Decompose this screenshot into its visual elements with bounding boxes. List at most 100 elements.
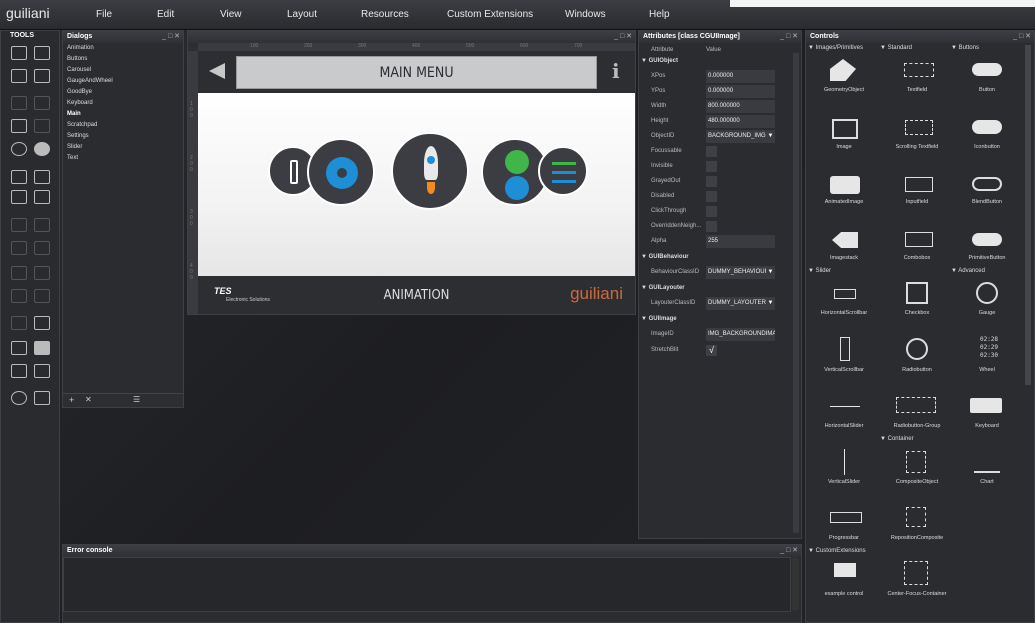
horizontal-slider-icon[interactable] — [830, 406, 860, 407]
textfield-icon[interactable] — [904, 63, 934, 77]
control-combobox[interactable]: Combobox — [882, 255, 952, 261]
dialog-item-goodbye[interactable]: GoodBye — [67, 89, 92, 95]
control-scrolling-textfield[interactable]: Scrolling Textfield — [882, 144, 952, 150]
section-guiobject[interactable]: ▼ GUIObject — [639, 54, 801, 69]
dialog-item-buttons[interactable]: Buttons — [67, 56, 87, 62]
paste-icon[interactable] — [34, 170, 50, 184]
geometry-object-icon[interactable] — [830, 59, 856, 81]
align-bottom-icon[interactable] — [34, 241, 50, 255]
control-wheel[interactable]: Wheel — [952, 367, 1022, 373]
alpha-input[interactable]: 255 — [706, 235, 775, 248]
frame-icon[interactable] — [11, 316, 27, 330]
control-progressbar[interactable]: Progressbar — [809, 535, 879, 541]
move-back-icon[interactable] — [34, 190, 50, 204]
attributes-window-controls[interactable]: _ □ ✕ — [780, 31, 798, 43]
control-primitivebutton[interactable]: PrimitiveButton — [952, 255, 1022, 261]
copy-icon[interactable] — [11, 170, 27, 184]
category-images[interactable]: ▼ Images/Primitives — [808, 45, 863, 51]
control-inputfield[interactable]: Inputfield — [882, 199, 952, 205]
blendbutton-icon[interactable] — [972, 177, 1002, 191]
text-icon[interactable] — [11, 119, 27, 133]
width-input[interactable]: 800.000000 — [706, 100, 775, 113]
control-composite-object[interactable]: CompositeObject — [882, 479, 952, 485]
sliders-icon[interactable] — [538, 146, 588, 196]
control-checkbox[interactable]: Checkbox — [882, 310, 952, 316]
gauge-icon[interactable] — [976, 282, 998, 304]
wheel-icon[interactable]: 02:28 02:29 02:30 — [964, 336, 1014, 360]
control-keyboard[interactable]: Keyboard — [952, 423, 1022, 429]
text-dim-icon[interactable] — [34, 119, 50, 133]
list-dialog-button[interactable]: ☰ — [133, 395, 140, 404]
chevron-down-icon[interactable]: ▼ — [766, 297, 775, 310]
vertical-scrollbar-icon[interactable] — [840, 337, 850, 361]
section-guiimage[interactable]: ▼ GUIImage — [639, 312, 801, 327]
imageid-input[interactable]: IMG_BACKGROUNDIMA... — [706, 328, 775, 341]
behaviour-select[interactable]: DUMMY_BEHAVIOUR — [706, 266, 766, 279]
info-icon[interactable]: i — [612, 59, 620, 83]
open-document-icon[interactable] — [34, 46, 50, 60]
progressbar-icon[interactable] — [830, 512, 862, 523]
category-standard[interactable]: ▼ Standard — [880, 45, 912, 51]
control-vertical-scrollbar[interactable]: VerticalScrollbar — [809, 367, 879, 373]
back-arrow-icon[interactable] — [209, 63, 225, 79]
vertical-slider-icon[interactable] — [844, 449, 845, 475]
reposition-composite-icon[interactable] — [906, 507, 926, 527]
dialog-item-keyboard[interactable]: Keyboard — [67, 100, 93, 106]
inputfield-icon[interactable] — [905, 177, 933, 192]
radiobutton-group-icon[interactable] — [896, 397, 936, 413]
dialog-item-settings[interactable]: Settings — [67, 133, 89, 139]
menu-edit[interactable]: Edit — [157, 9, 174, 20]
composite-object-icon[interactable] — [906, 451, 926, 473]
control-radiobutton[interactable]: Radiobutton — [882, 367, 952, 373]
center-focus-container-icon[interactable] — [904, 561, 928, 585]
menu-custom-extensions[interactable]: Custom Extensions — [447, 9, 533, 20]
cut-icon[interactable] — [11, 142, 27, 156]
controls-window-controls[interactable]: _ □ ✕ — [1013, 31, 1031, 43]
dialog-item-scratchpad[interactable]: Scratchpad — [67, 122, 97, 128]
menu-help[interactable]: Help — [649, 9, 670, 20]
control-iconbutton[interactable]: Iconbutton — [952, 144, 1022, 150]
menu-layout[interactable]: Layout — [287, 9, 317, 20]
category-custom-extensions[interactable]: ▼ CustomExtensions — [808, 548, 866, 554]
numbers-icon[interactable] — [34, 364, 50, 378]
example-control-icon[interactable] — [834, 563, 856, 577]
disabled-checkbox[interactable] — [706, 191, 717, 202]
center-h-icon[interactable] — [11, 289, 27, 303]
control-center-focus-container[interactable]: Center-Focus-Container — [882, 591, 952, 597]
checkbox-icon[interactable] — [906, 282, 928, 304]
primitivebutton-icon[interactable] — [972, 233, 1002, 246]
objectid-select[interactable]: BACKGROUND_IMG — [706, 130, 766, 143]
settings-gear-icon[interactable] — [11, 391, 27, 405]
chart-icon[interactable] — [974, 451, 1000, 473]
category-slider[interactable]: ▼ Slider — [808, 268, 831, 274]
invisible-checkbox[interactable] — [706, 161, 717, 172]
distribute-v-icon[interactable] — [34, 266, 50, 280]
stretchblit-checkbox[interactable]: √ — [706, 345, 717, 356]
combobox-icon[interactable] — [905, 232, 933, 247]
canvas-window-controls[interactable]: _ □ ✕ — [614, 31, 632, 43]
height-input[interactable]: 480.000000 — [706, 115, 775, 128]
chevron-down-icon[interactable]: ▼ — [766, 130, 775, 143]
settings-gear-icon[interactable] — [307, 138, 375, 206]
menu-windows[interactable]: Windows — [565, 9, 606, 20]
undo-icon[interactable] — [11, 96, 27, 110]
control-button[interactable]: Button — [952, 87, 1022, 93]
section-guibehaviour[interactable]: ▼ GUIBehaviour — [639, 250, 801, 265]
list-view-icon[interactable] — [11, 341, 27, 355]
overridden-checkbox[interactable] — [706, 221, 717, 232]
screen-title[interactable]: MAIN MENU — [236, 56, 597, 89]
control-radiobutton-group[interactable]: Radiobutton-Group — [882, 423, 952, 429]
list-alt-icon[interactable] — [34, 341, 50, 355]
save-as-icon[interactable] — [34, 69, 50, 83]
fit-icon[interactable] — [34, 316, 50, 330]
scrolling-textfield-icon[interactable] — [905, 120, 933, 135]
controls-scrollbar[interactable] — [1025, 45, 1031, 385]
menu-file[interactable]: File — [96, 9, 112, 20]
dialog-item-main[interactable]: Main — [67, 111, 81, 117]
section-guilayouter[interactable]: ▼ GUILayouter — [639, 281, 801, 296]
control-horizontal-slider[interactable]: HorizontalSlider — [809, 423, 879, 429]
xpos-input[interactable]: 0.000000 — [706, 70, 775, 83]
add-dialog-button[interactable]: + — [69, 395, 74, 405]
dialog-item-animation[interactable]: Animation — [67, 45, 94, 51]
align-right-icon[interactable] — [34, 218, 50, 232]
